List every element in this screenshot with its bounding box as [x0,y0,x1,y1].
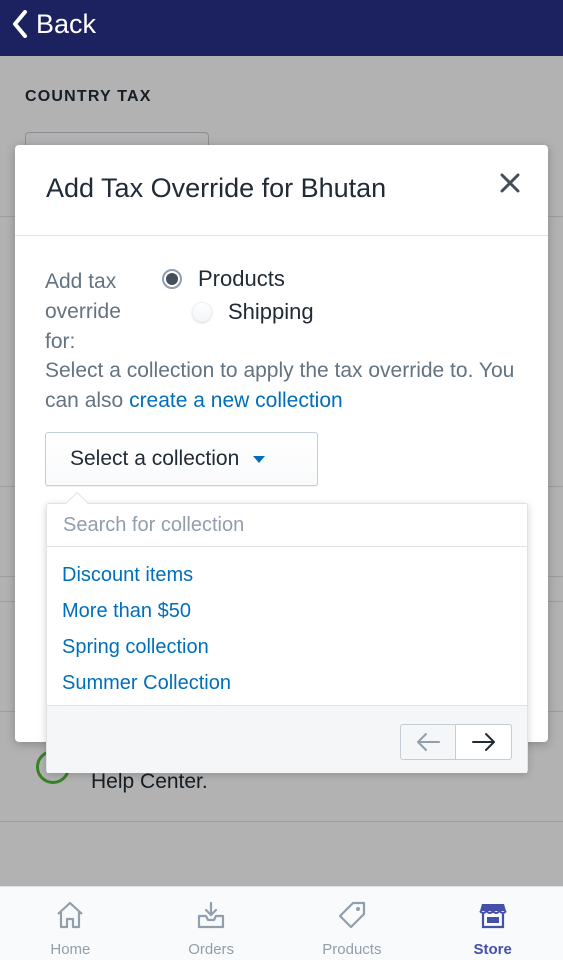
tag-icon [338,901,365,929]
collection-item-summer[interactable]: Summer Collection [62,665,231,701]
modal-divider [15,235,548,236]
collection-dropdown: Discount items More than $50 Spring coll… [46,491,528,773]
tab-home-label: Home [50,941,91,958]
pagination [400,724,512,760]
arrow-right-icon [471,733,495,751]
close-button[interactable] [498,171,522,195]
select-collection-button[interactable]: Select a collection [45,432,318,486]
radio-products-label: Products [198,266,285,291]
chevron-left-icon [13,10,27,38]
collection-item-spring[interactable]: Spring collection [62,629,231,665]
tab-orders[interactable]: Orders [141,887,282,960]
radio-checked-icon[interactable] [162,269,182,289]
dropdown-footer [47,705,527,773]
bottom-tab-bar: Home Orders Products Store [0,886,563,960]
create-collection-link[interactable]: create a new collection [129,389,343,412]
tab-home[interactable]: Home [0,887,141,960]
store-icon [478,904,507,929]
tab-products[interactable]: Products [282,887,423,960]
previous-page-button[interactable] [400,724,456,760]
tab-orders-label: Orders [188,941,235,958]
home-icon [57,901,84,929]
collection-item-discount[interactable]: Discount items [62,557,231,593]
radio-shipping[interactable]: Shipping [192,299,314,325]
caret-down-icon [253,455,266,463]
collection-item-more-than-50[interactable]: More than $50 [62,593,231,629]
collection-list: Discount items More than $50 Spring coll… [62,557,231,701]
tab-store-label: Store [473,941,512,958]
select-collection-label: Select a collection [70,447,240,470]
arrow-left-icon [417,733,440,751]
radio-products[interactable]: Products [162,266,285,292]
override-label: Add tax override for: [45,270,121,353]
orders-icon [198,901,225,929]
collection-search-input[interactable] [47,504,527,547]
tab-products-label: Products [322,941,382,958]
radio-unchecked-icon[interactable] [192,302,212,322]
collection-description: Select a collection to apply the tax ove… [45,356,515,416]
tab-store[interactable]: Store [422,887,563,960]
next-page-button[interactable] [456,724,512,760]
modal-title: Add Tax Override for Bhutan [46,173,387,203]
radio-shipping-label: Shipping [228,299,314,324]
back-button[interactable]: Back [12,4,96,44]
close-icon [500,173,520,193]
back-label: Back [36,8,97,39]
top-nav-bar: Back [0,0,563,56]
